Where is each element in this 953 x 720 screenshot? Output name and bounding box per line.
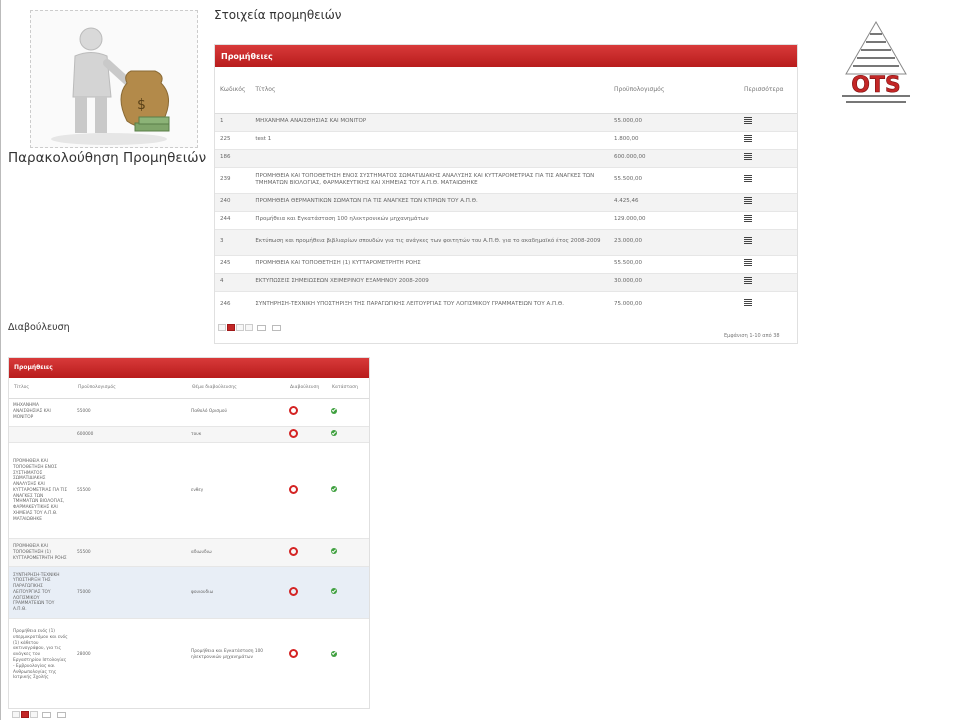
col-more[interactable]: Περισσότερα (739, 67, 797, 114)
table-row: 245 ΠΡΟΜΗΘΕΙΑ ΚΑΙ ΤΟΠΟΘΕΤΗΣΗ (1) ΚΥΤΤΑΡΟ… (215, 254, 797, 273)
table-row: 246 ΣΥΝΤΗΡΗΣΗ-ΤΕΧΝΙΚΗ ΥΠΟΣΤΗΡΙΞΗ ΤΗΣ ΠΑΡ… (215, 290, 797, 317)
table-row: 186 600.000,00 (215, 148, 797, 167)
consultation-panel: Προμήθειες Τίτλος Προϋπολογισμός Θέμα δι… (8, 357, 370, 709)
table-row: ΣΥΝΤΗΡΗΣΗ-ΤΕΧΝΙΚΗ ΥΠΟΣΤΗΡΙΞΗ ΤΗΣ ΠΑΡΑΓΩΓ… (9, 566, 369, 619)
page-size-select[interactable] (56, 711, 66, 718)
procurements-table: Κωδικός Τίτλος Προϋπολογισμός Περισσότερ… (215, 67, 797, 317)
page-next-button[interactable] (245, 324, 253, 331)
panel-header: Προμήθειες (9, 358, 369, 378)
consultation-table: Τίτλος Προϋπολογισμός Θέμα διαβούλευσης … (9, 378, 369, 691)
table-row: 600000 τουκ (9, 425, 369, 443)
table-row: Προμήθεια ενός (1) υπερμικροτόμου και εν… (9, 618, 369, 691)
panel-header: Προμήθειες (215, 45, 797, 67)
top-pagination (218, 324, 283, 331)
col-title[interactable]: Τίτλος (9, 378, 73, 399)
logo-text: OTS (851, 73, 901, 98)
section-title-procurements: Στοιχεία προμηθειών (214, 8, 342, 22)
hero-image: $ (30, 10, 198, 148)
table-row: ΠΡΟΜΗΘΕΙΑ ΚΑΙ ΤΟΠΟΘΕΤΗΣΗ (1) ΚΥΤΤΑΡΟΜΕΤΡ… (9, 538, 369, 567)
status-check-icon (331, 407, 337, 414)
page-prev-button[interactable] (218, 324, 226, 331)
table-row: 225 test 1 1.800,00 (215, 130, 797, 149)
table-row: 244 Προμήθεια και Εγκατάσταση 100 ηλεκτρ… (215, 210, 797, 229)
details-list-icon[interactable] (744, 214, 752, 222)
col-status[interactable]: Κατάσταση (327, 378, 369, 399)
status-check-icon (331, 650, 337, 657)
details-list-icon[interactable] (744, 276, 752, 284)
bottom-pagination (12, 711, 68, 718)
consultation-ring-icon[interactable] (289, 484, 298, 494)
table-row: ΠΡΟΜΗΘΕΙΑ ΚΑΙ ΤΟΠΟΘΕΤΗΣΗ ΕΝΟΣ ΣΥΣΤΗΜΑΤΟΣ… (9, 442, 369, 539)
app-title: Παρακολούθηση Προμηθειών (8, 150, 207, 166)
details-list-icon[interactable] (744, 152, 752, 160)
table-row: ΜΗΧΑΝΗΜΑ ΑΝΑΙΣΘΗΣΙΑΣ ΚΑΙ ΜΟΝΙΤΟΡ 55000 Π… (9, 397, 369, 426)
svg-text:$: $ (137, 97, 146, 113)
details-list-icon[interactable] (744, 299, 752, 307)
page-1-button[interactable] (21, 711, 29, 718)
table-row: 240 ΠΡΟΜΗΘΕΙΑ ΘΕΡΜΑΝΤΙΚΩΝ ΣΩΜΑΤΩΝ ΓΙΑ ΤΙ… (215, 192, 797, 211)
status-check-icon (331, 548, 337, 555)
details-list-icon[interactable] (744, 196, 752, 204)
status-check-icon (331, 430, 337, 436)
procurements-panel: Προμήθειες Κωδικός Τίτλος Προϋπολογισμός… (214, 44, 798, 344)
page-2-button[interactable] (236, 324, 244, 331)
status-check-icon (331, 588, 337, 595)
col-title[interactable]: Τίτλος (250, 67, 609, 114)
status-check-icon (331, 486, 337, 493)
details-list-icon[interactable] (744, 236, 752, 244)
section-title-consultation: Διαβούλευση (8, 322, 70, 333)
consultation-ring-icon[interactable] (289, 546, 298, 556)
details-list-icon[interactable] (744, 134, 752, 142)
consultation-ring-icon[interactable] (289, 586, 298, 596)
col-consultation[interactable]: Διαβούλευση (285, 378, 327, 399)
col-code[interactable]: Κωδικός (215, 67, 251, 114)
table-row: 4 ΕΚΤΥΠΩΣΕΙΣ ΣΗΜΕΙΩΣΕΩΝ ΧΕΙΜΕΡΙΝΟΥ ΕΞΑΜΗ… (215, 272, 797, 291)
table-row: 3 Εκτύπωση και προμήθεια βιβλιαρίων σπου… (215, 228, 797, 255)
details-list-icon[interactable] (744, 174, 752, 182)
col-budget[interactable]: Προϋπολογισμός (609, 67, 739, 114)
page-prev-button[interactable] (12, 711, 20, 718)
page-select[interactable] (257, 324, 267, 331)
page-next-button[interactable] (30, 711, 38, 718)
ots-logo: OTS (836, 20, 916, 110)
page-select[interactable] (42, 711, 52, 718)
col-topic[interactable]: Θέμα διαβούλευσης (187, 378, 285, 399)
page-1-button[interactable] (227, 324, 235, 331)
table-row: 239 ΠΡΟΜΗΘΕΙΑ ΚΑΙ ΤΟΠΟΘΕΤΗΣΗ ΕΝΟΣ ΣΥΣΤΗΜ… (215, 166, 797, 193)
consultation-ring-icon[interactable] (289, 428, 298, 438)
table-row: 1 ΜΗΧΑΝΗΜΑ ΑΝΑΙΣΘΗΣΙΑΣ ΚΑΙ ΜΟΝΙΤΟΡ 55.00… (215, 112, 797, 131)
details-list-icon[interactable] (744, 258, 752, 266)
details-list-icon[interactable] (744, 116, 752, 124)
consultation-ring-icon[interactable] (289, 406, 298, 416)
page-size-select[interactable] (271, 324, 281, 331)
consultation-ring-icon[interactable] (289, 649, 298, 659)
col-budget[interactable]: Προϋπολογισμός (73, 378, 187, 399)
top-footer-info: Εμφάνιση 1-10 από 38 (724, 333, 780, 339)
